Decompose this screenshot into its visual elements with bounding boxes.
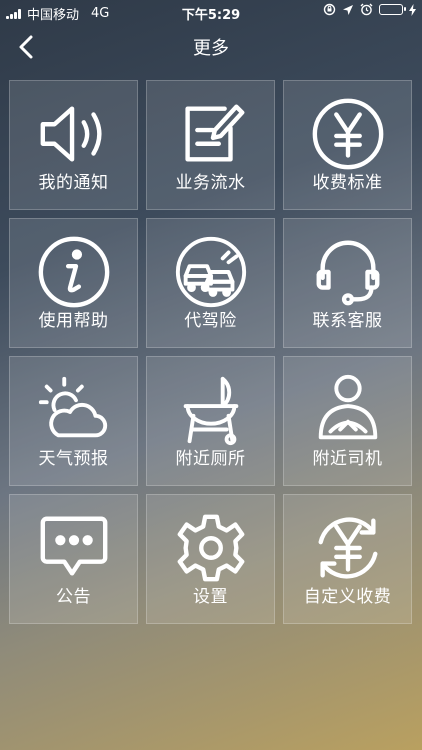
charging-icon — [409, 3, 416, 16]
tile-label: 附近司机 — [312, 449, 383, 469]
tile-label: 收费标准 — [312, 173, 383, 193]
tile-settings[interactable]: 设置 — [146, 494, 275, 624]
tile-driving-insurance[interactable]: 代驾险 — [146, 218, 275, 348]
rotation-lock-icon — [323, 3, 336, 16]
tile-custom-fee[interactable]: 自定义收费 — [283, 494, 412, 624]
alarm-icon — [360, 3, 373, 16]
driver-icon — [318, 374, 377, 440]
tile-label: 代驾险 — [184, 311, 237, 331]
weather-icon — [38, 376, 107, 438]
tile-nearby-toilet[interactable]: 附近厕所 — [146, 356, 275, 486]
speaker-icon — [40, 106, 102, 162]
yen-circle-icon — [312, 98, 383, 170]
tile-label: 附近厕所 — [175, 449, 246, 469]
tile-transactions[interactable]: 业务流水 — [146, 80, 275, 210]
page-title: 更多 — [193, 38, 229, 59]
tile-notifications[interactable]: 我的通知 — [9, 80, 138, 210]
chat-bubble-icon — [40, 516, 107, 576]
tile-label: 公告 — [56, 587, 91, 607]
yen-refresh-icon — [318, 517, 377, 579]
gear-icon — [177, 514, 244, 582]
tile-fee-standard[interactable]: 收费标准 — [283, 80, 412, 210]
edit-note-icon — [184, 104, 244, 162]
tile-label: 我的通知 — [38, 173, 109, 193]
tile-announcements[interactable]: 公告 — [9, 494, 138, 624]
nav-bar: 更多 — [0, 24, 422, 70]
tile-label: 业务流水 — [175, 173, 246, 193]
tile-label: 使用帮助 — [38, 311, 109, 331]
status-bar: 中国移动 4G 下午5:29 — [0, 0, 422, 24]
status-right — [323, 3, 416, 16]
headset-icon — [316, 240, 379, 306]
info-icon — [38, 236, 109, 308]
battery-icon — [379, 4, 406, 15]
tile-weather[interactable]: 天气预报 — [9, 356, 138, 486]
location-arrow-icon — [343, 4, 353, 15]
tile-help[interactable]: 使用帮助 — [9, 218, 138, 348]
tile-label: 设置 — [193, 587, 228, 607]
tile-customer-service[interactable]: 联系客服 — [283, 218, 412, 348]
menu-grid: 我的通知 业务流水 收费标准 使用帮助 代驾险 联系客服 天气预报 附近厕所 附… — [9, 80, 413, 624]
grill-icon — [183, 376, 238, 446]
tile-label: 联系客服 — [312, 311, 383, 331]
tile-label: 天气预报 — [38, 449, 109, 469]
tile-label: 自定义收费 — [303, 587, 392, 607]
tile-nearby-driver[interactable]: 附近司机 — [283, 356, 412, 486]
car-insurance-icon — [175, 236, 246, 308]
